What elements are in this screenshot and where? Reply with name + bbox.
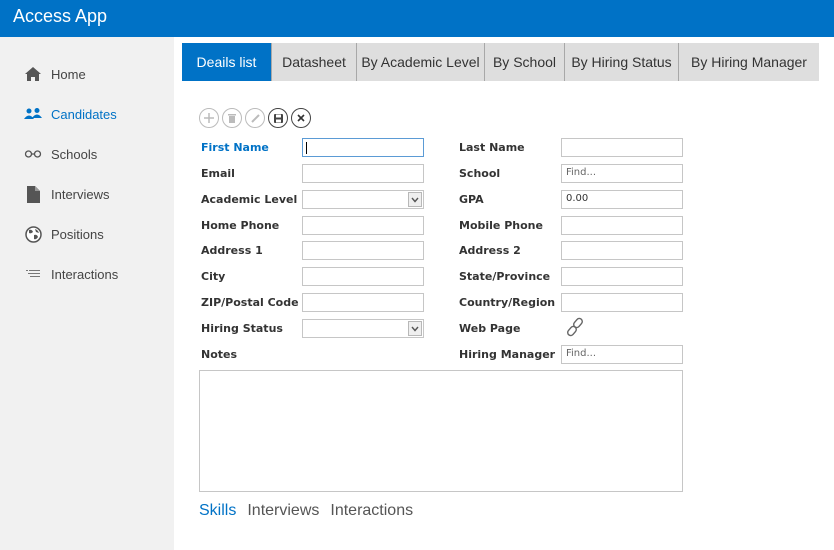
school-label: School (459, 167, 501, 180)
gpa-field[interactable]: 0.00 (561, 190, 683, 209)
hiring-manager-label: Hiring Manager (459, 348, 556, 361)
sidebar-item-candidates[interactable]: Candidates (23, 104, 117, 124)
email-label: Email (201, 167, 235, 180)
tab-by-school[interactable]: By School (485, 43, 565, 81)
email-field[interactable] (302, 164, 424, 183)
sidebar-item-label: Interviews (51, 186, 110, 202)
people-icon (23, 105, 43, 123)
view-tabs: Deails list Datasheet By Academic Level … (182, 43, 819, 81)
list-icon (23, 265, 43, 283)
state-field[interactable] (561, 267, 683, 286)
link-icon (567, 317, 583, 337)
web-page-link-button[interactable] (565, 317, 585, 341)
save-icon (273, 113, 283, 123)
cancel-icon (297, 114, 305, 122)
add-button[interactable] (199, 108, 219, 128)
tab-by-hiring-status[interactable]: By Hiring Status (565, 43, 679, 81)
tab-by-hiring-manager[interactable]: By Hiring Manager (679, 43, 819, 81)
address1-field[interactable] (302, 241, 424, 260)
last-name-label: Last Name (459, 141, 525, 154)
hiring-manager-lookup[interactable]: Find... (561, 345, 683, 364)
notes-label: Notes (201, 348, 238, 361)
address2-field[interactable] (561, 241, 683, 260)
zip-label: ZIP/Postal Code (201, 296, 299, 309)
gpa-label: GPA (459, 193, 484, 206)
hiring-status-select[interactable] (302, 319, 424, 338)
save-button[interactable] (268, 108, 288, 128)
chevron-down-icon (411, 326, 419, 332)
country-label: Country/Region (459, 296, 556, 309)
dropdown-button[interactable] (408, 192, 422, 207)
action-bar (199, 108, 311, 128)
edit-icon (250, 113, 260, 123)
sidebar-item-label: Schools (51, 146, 98, 162)
text-caret (306, 142, 307, 154)
delete-button[interactable] (222, 108, 242, 128)
tab-by-academic-level[interactable]: By Academic Level (357, 43, 485, 81)
related-tabs: Skills Interviews Interactions (199, 502, 413, 520)
academic-level-label: Academic Level (201, 193, 298, 206)
state-label: State/Province (459, 270, 551, 283)
subtab-interactions[interactable]: Interactions (330, 502, 413, 520)
address1-label: Address 1 (201, 244, 263, 257)
subtab-skills[interactable]: Skills (199, 502, 236, 520)
sidebar-item-interviews[interactable]: Interviews (23, 184, 110, 204)
sidebar-item-label: Home (51, 66, 86, 82)
home-phone-label: Home Phone (201, 219, 280, 232)
country-field[interactable] (561, 293, 683, 312)
sidebar-item-schools[interactable]: Schools (23, 144, 97, 164)
city-label: City (201, 270, 226, 283)
dropdown-button[interactable] (408, 321, 422, 336)
first-name-field[interactable] (302, 138, 424, 157)
academic-level-select[interactable] (302, 190, 424, 209)
sidebar-item-label: Candidates (51, 106, 117, 122)
tab-datasheet[interactable]: Datasheet (272, 43, 357, 81)
school-lookup[interactable]: Find... (561, 164, 683, 183)
sidebar: Home Candidates Schools Interviews Posit… (0, 37, 174, 550)
glasses-icon (23, 145, 43, 163)
top-bar: Access App (0, 0, 834, 37)
sidebar-item-label: Positions (51, 226, 104, 242)
first-name-label: First Name (201, 141, 269, 154)
mobile-phone-field[interactable] (561, 216, 683, 235)
last-name-field[interactable] (561, 138, 683, 157)
subtab-interviews[interactable]: Interviews (247, 502, 319, 520)
sidebar-item-home[interactable]: Home (23, 64, 86, 84)
address2-label: Address 2 (459, 244, 521, 257)
sidebar-item-positions[interactable]: Positions (23, 224, 104, 244)
zip-field[interactable] (302, 293, 424, 312)
add-icon (204, 113, 214, 123)
web-page-label: Web Page (459, 322, 521, 335)
globe-icon (23, 225, 43, 243)
mobile-phone-label: Mobile Phone (459, 219, 543, 232)
home-icon (23, 65, 43, 83)
app-title: Access App (13, 6, 108, 26)
edit-button[interactable] (245, 108, 265, 128)
delete-icon (228, 113, 236, 123)
tab-details-list[interactable]: Deails list (182, 43, 272, 81)
city-field[interactable] (302, 267, 424, 286)
sidebar-item-interactions[interactable]: Interactions (23, 264, 118, 284)
document-icon (23, 185, 43, 203)
notes-textarea[interactable] (199, 370, 683, 492)
home-phone-field[interactable] (302, 216, 424, 235)
sidebar-item-label: Interactions (51, 266, 119, 282)
hiring-status-label: Hiring Status (201, 322, 283, 335)
chevron-down-icon (411, 197, 419, 203)
cancel-button[interactable] (291, 108, 311, 128)
